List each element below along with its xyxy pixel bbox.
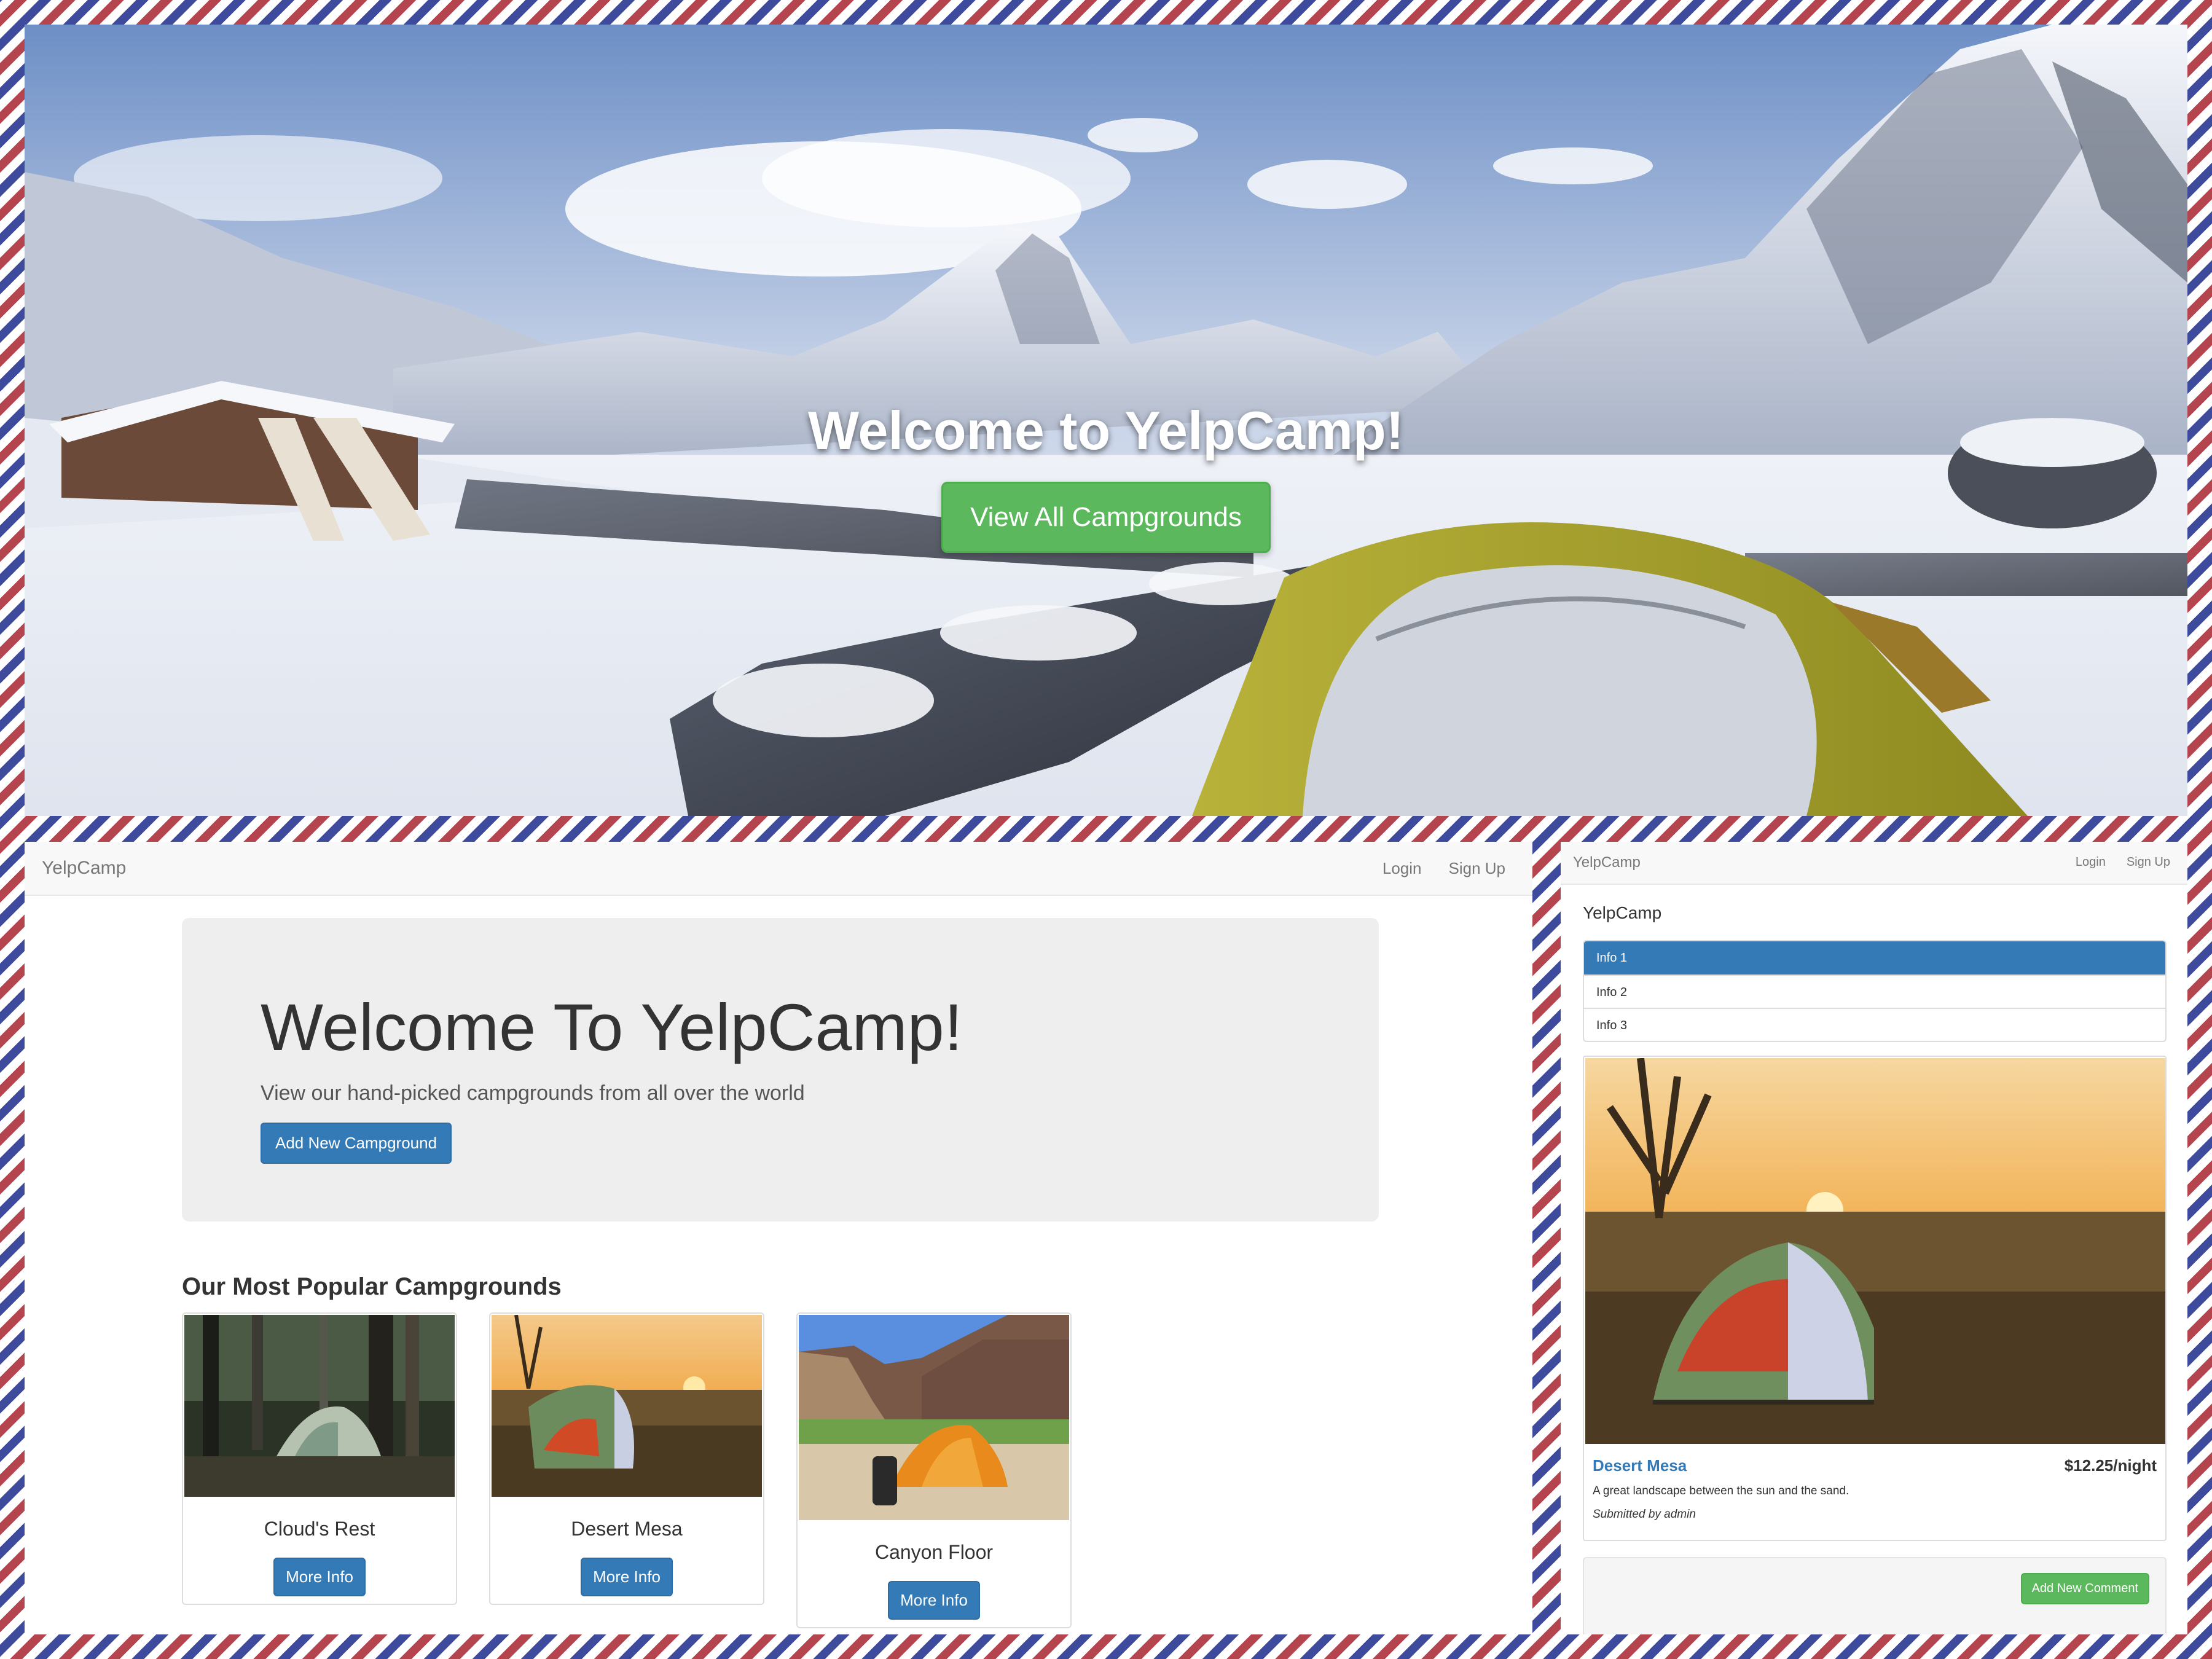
campground-description: A great landscape between the sun and th… <box>1593 1484 1849 1497</box>
login-link[interactable]: Login <box>2076 855 2106 869</box>
comments-well: Add New Comment <box>1583 1557 2167 1634</box>
hero-content: Welcome to YelpCamp! View All Campground… <box>25 399 2187 553</box>
info-list-item[interactable]: Info 3 <box>1584 1008 2165 1041</box>
more-info-button[interactable]: More Info <box>273 1558 366 1596</box>
info-list-item[interactable]: Info 2 <box>1584 975 2165 1008</box>
navbar-links: Login Sign Up <box>2076 855 2170 869</box>
campground-detail: Desert Mesa $12.25/night A great landsca… <box>1583 1056 2167 1541</box>
add-new-comment-button[interactable]: Add New Comment <box>2020 1573 2149 1604</box>
navbar: YelpCamp Login Sign Up <box>1561 842 2187 885</box>
navbar-brand[interactable]: YelpCamp <box>42 858 126 879</box>
view-all-campgrounds-button[interactable]: View All Campgrounds <box>941 482 1271 553</box>
login-link[interactable]: Login <box>1382 859 1422 878</box>
jumbotron-subtitle: View our hand-picked campgrounds from al… <box>261 1081 805 1105</box>
signup-link[interactable]: Sign Up <box>2127 855 2170 869</box>
campgrounds-index-page: YelpCamp Login Sign Up Welcome To YelpCa… <box>25 842 1532 1634</box>
campground-card: Desert Mesa More Info <box>489 1312 764 1605</box>
landing-hero: Welcome to YelpCamp! View All Campground… <box>25 25 2187 816</box>
navbar-links: Login Sign Up <box>1382 859 1505 878</box>
navbar-brand[interactable]: YelpCamp <box>1573 854 1641 871</box>
sidebar-brand: YelpCamp <box>1583 903 1662 922</box>
card-title: Canyon Floor <box>874 1541 994 1563</box>
desert-mesa-image <box>492 1315 762 1497</box>
campground-price: $12.25/night <box>2064 1456 2157 1475</box>
card-title: Desert Mesa <box>571 1518 683 1540</box>
campground-card: Cloud's Rest More Info <box>182 1312 457 1605</box>
more-info-button[interactable]: More Info <box>581 1558 673 1596</box>
popular-campgrounds-heading: Our Most Popular Campgrounds <box>182 1273 562 1300</box>
campground-show-page: YelpCamp Login Sign Up YelpCamp Info 1 I… <box>1561 842 2187 1634</box>
card-title: Cloud's Rest <box>264 1518 375 1540</box>
navbar: YelpCamp Login Sign Up <box>25 842 1532 896</box>
clouds-rest-image <box>184 1315 455 1497</box>
hero-title: Welcome to YelpCamp! <box>808 400 1404 461</box>
desert-mesa-photo <box>1585 1058 2165 1444</box>
jumbotron-title: Welcome To YelpCamp! <box>261 990 963 1064</box>
info-list: Info 1 Info 2 Info 3 <box>1583 940 2167 1042</box>
info-list-item[interactable]: Info 1 <box>1584 941 2165 975</box>
submitted-by: Submitted by admin <box>1593 1508 1696 1521</box>
campground-card: Canyon Floor More Info <box>796 1312 1072 1628</box>
more-info-button[interactable]: More Info <box>888 1581 980 1620</box>
jumbotron: Welcome To YelpCamp! View our hand-picke… <box>182 918 1379 1222</box>
canyon-floor-image <box>799 1315 1069 1520</box>
signup-link[interactable]: Sign Up <box>1449 859 1506 878</box>
campground-name-link[interactable]: Desert Mesa <box>1593 1456 1687 1475</box>
add-new-campground-button[interactable]: Add New Campground <box>261 1123 452 1164</box>
